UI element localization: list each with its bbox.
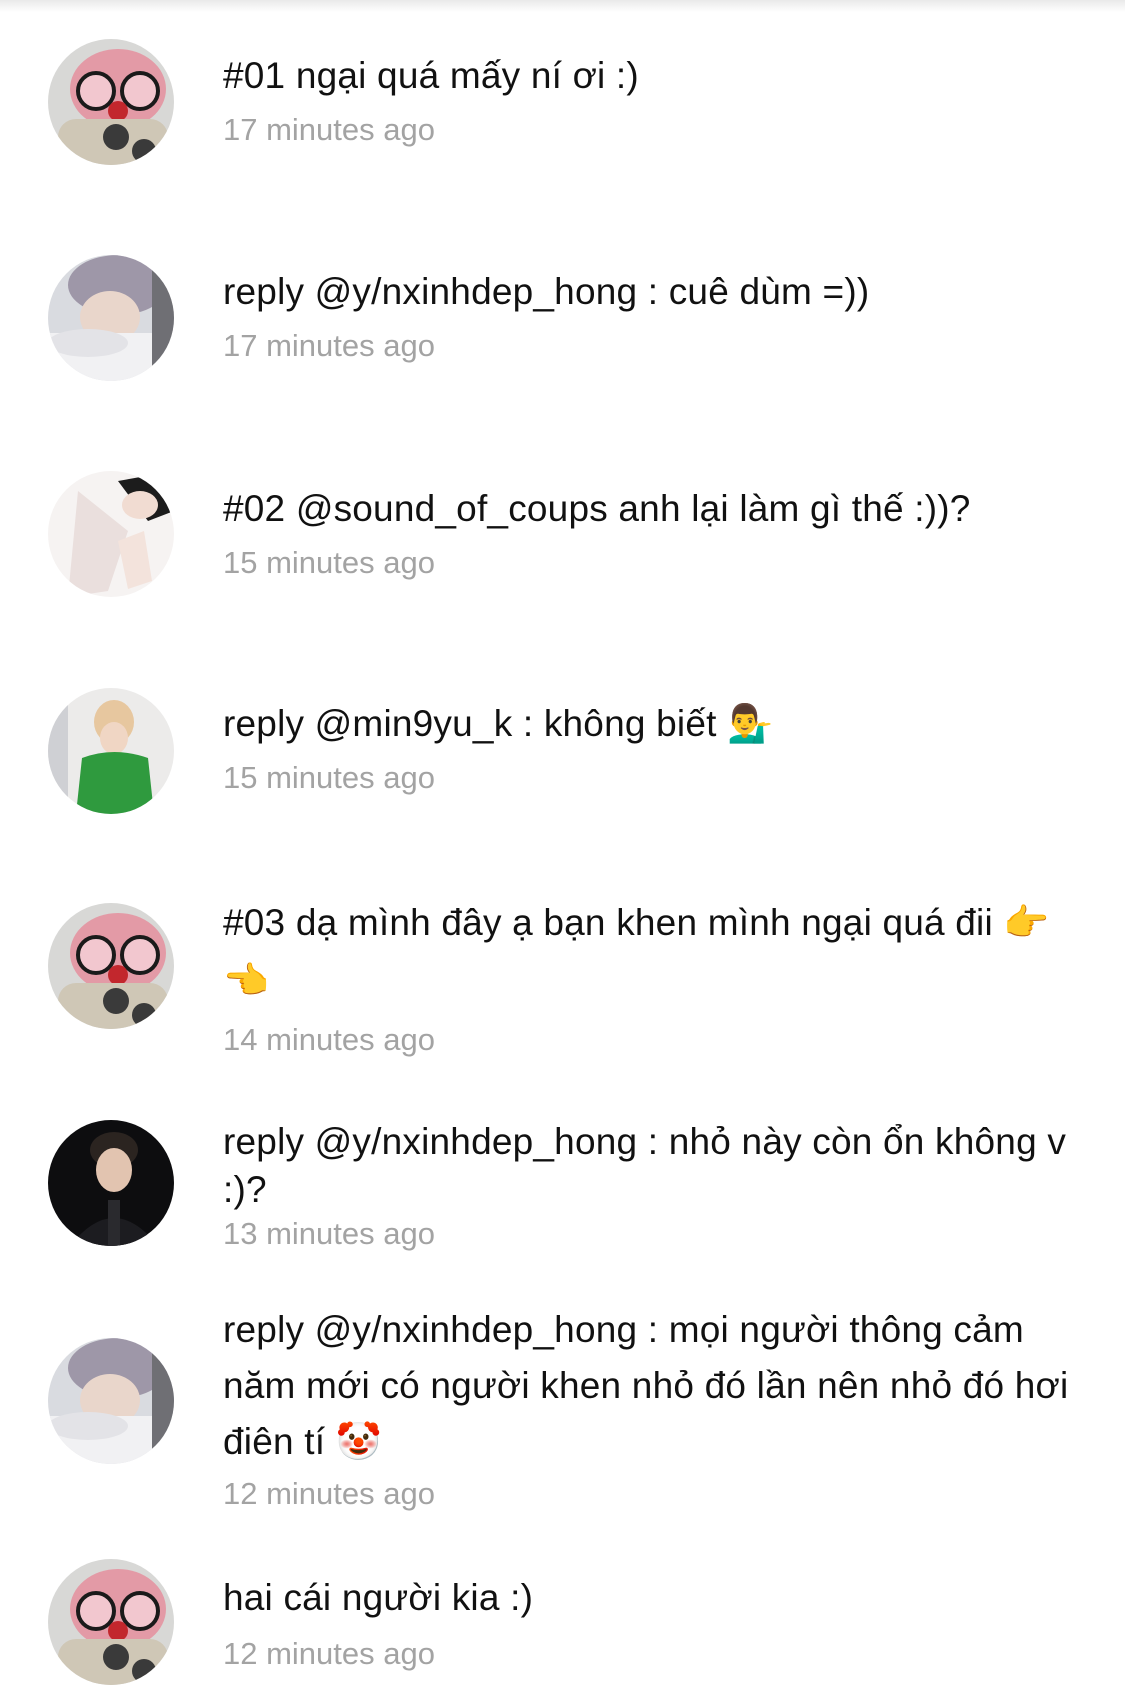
comment-timestamp: 12 minutes ago xyxy=(223,1636,435,1671)
avatar-sleeping-boy-icon[interactable] xyxy=(48,255,174,381)
comment-timestamp: 17 minutes ago xyxy=(223,328,435,363)
comment-text: hai cái người kia :) xyxy=(223,1577,534,1618)
comment-text: #02 @sound_of_coups anh lại làm gì thế :… xyxy=(223,488,971,529)
comment-timestamp: 12 minutes ago xyxy=(223,1476,435,1511)
avatar-pink-bear-icon[interactable] xyxy=(48,39,174,165)
comment-text: reply @min9yu_k : không biết 💁‍♂️ xyxy=(223,703,774,744)
avatar-dark-suit-man-icon[interactable] xyxy=(48,1120,174,1246)
comment-timestamp: 15 minutes ago xyxy=(223,545,435,580)
comment-timestamp: 13 minutes ago xyxy=(223,1216,435,1251)
comment-text: reply @y/nxinhdep_hong : cuê dùm =)) xyxy=(223,271,870,312)
comment-text: reply @y/nxinhdep_hong : mọi người thông… xyxy=(223,1309,1069,1462)
comment-text: #03 dạ mình đây ạ bạn khen mình ngại quá… xyxy=(223,902,1050,1001)
avatar-boy-hand-gesture-icon[interactable] xyxy=(48,471,174,597)
comment-timestamp: 15 minutes ago xyxy=(223,760,435,795)
comment-text: reply @y/nxinhdep_hong : nhỏ này còn ổn … xyxy=(223,1121,1067,1210)
top-edge-shadow xyxy=(0,0,1125,12)
avatar-sleeping-boy-icon[interactable] xyxy=(48,1338,174,1464)
comment-timestamp: 14 minutes ago xyxy=(223,1022,435,1057)
avatar-pink-bear-icon[interactable] xyxy=(48,903,174,1029)
avatar-blond-green-shirt-icon[interactable] xyxy=(48,688,174,814)
comment-timestamp: 17 minutes ago xyxy=(223,112,435,147)
avatar-pink-bear-icon[interactable] xyxy=(48,1559,174,1685)
comment-text: #01 ngại quá mấy ní ơi :) xyxy=(223,55,639,96)
